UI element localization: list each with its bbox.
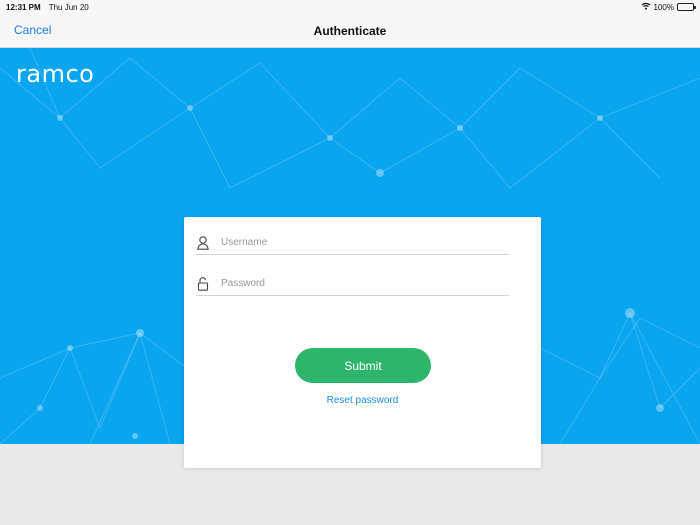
status-right: 100% <box>641 2 696 12</box>
status-time: 12:31 PM <box>6 2 41 12</box>
status-date: Thu Jun 20 <box>48 2 89 12</box>
battery-icon <box>677 3 696 11</box>
username-field[interactable] <box>196 231 509 255</box>
login-card: Submit Reset password <box>184 217 541 468</box>
lock-icon <box>196 276 210 292</box>
reset-password-link[interactable]: Reset password <box>184 395 541 406</box>
password-field[interactable] <box>196 272 509 296</box>
cancel-button[interactable]: Cancel <box>14 23 51 37</box>
battery-percent: 100% <box>653 2 674 12</box>
navigation-bar: Cancel Authenticate <box>0 14 700 48</box>
page-title: Authenticate <box>313 23 387 38</box>
wifi-icon <box>641 2 651 12</box>
user-icon <box>196 235 210 251</box>
password-input[interactable] <box>221 278 481 289</box>
submit-button[interactable]: Submit <box>295 348 431 383</box>
username-input[interactable] <box>221 237 481 248</box>
ramco-logo: ramco <box>16 60 95 88</box>
status-bar: 12:31 PM Thu Jun 20 100% <box>0 0 700 14</box>
